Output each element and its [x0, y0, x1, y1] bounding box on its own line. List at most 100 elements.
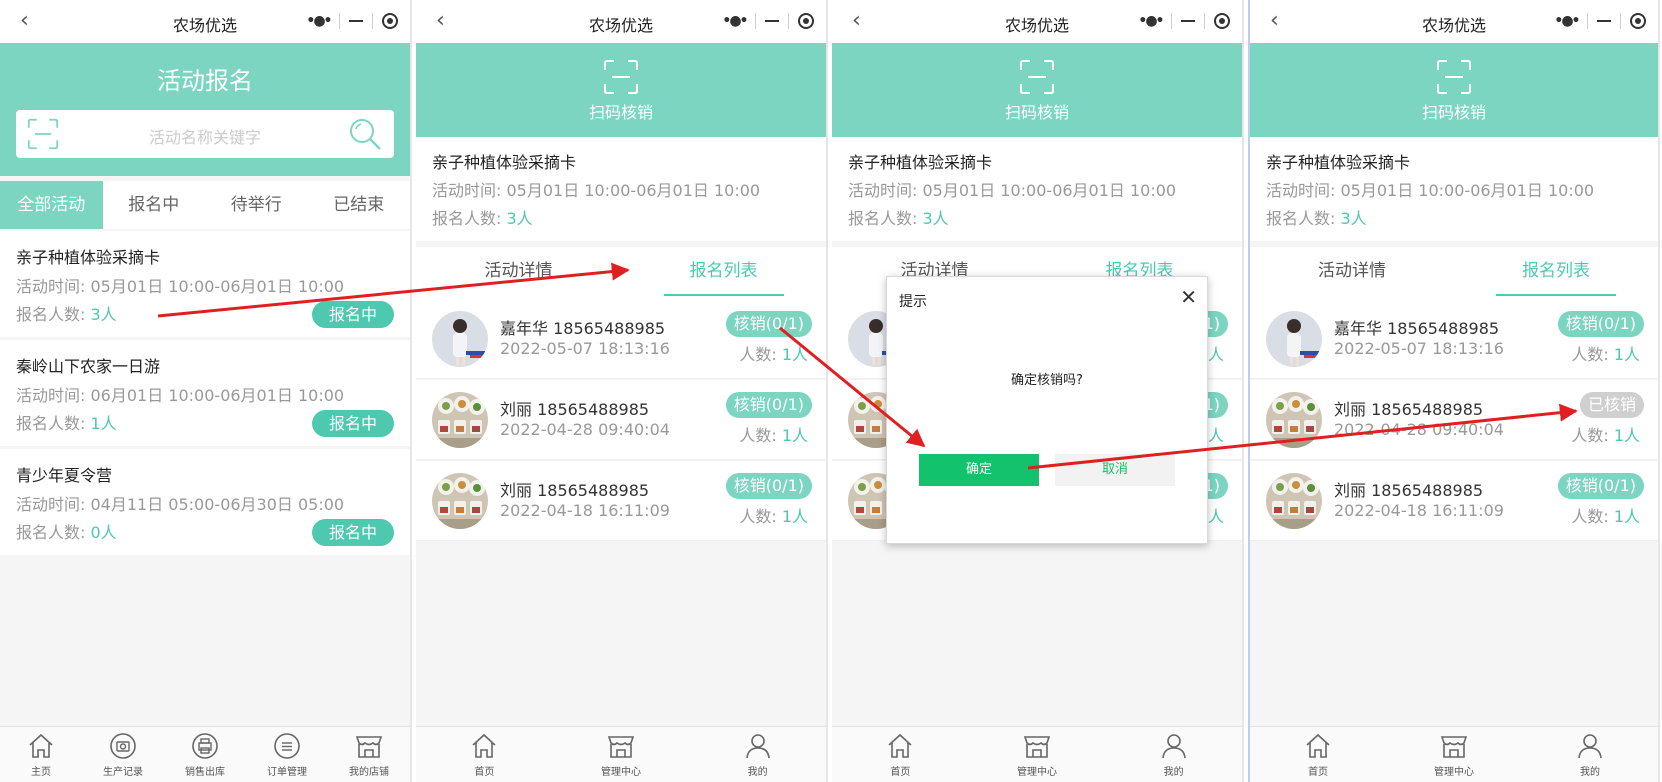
- count-label: 报名人数:: [432, 209, 502, 228]
- activity-count: 报名人数: 0人: [16, 519, 117, 543]
- nav-order-management[interactable]: 订单管理: [246, 727, 328, 782]
- close-mini-program-icon[interactable]: [797, 13, 814, 29]
- people-count: 人数: 1人: [739, 422, 808, 446]
- verify-button[interactable]: 核销(0/1): [725, 473, 812, 499]
- more-icon[interactable]: •●•: [306, 13, 332, 29]
- nav-home[interactable]: 首页: [1250, 727, 1386, 782]
- list-item[interactable]: 亲子种植体验采摘卡 活动时间: 05月01日 10:00-06月01日 10:0…: [0, 231, 410, 337]
- avatar: [432, 473, 488, 529]
- nav-management-center[interactable]: 管理中心: [553, 727, 690, 782]
- capsule-divider: [339, 13, 341, 29]
- close-mini-program-icon[interactable]: [1213, 13, 1230, 29]
- nav-mine[interactable]: 我的: [1522, 727, 1658, 782]
- time-label: 活动时间:: [16, 495, 86, 514]
- activity-header: 活动报名 活动名称关键字: [0, 43, 410, 176]
- nav-label: 管理中心: [1434, 767, 1474, 778]
- scan-verify-header[interactable]: 扫码核销: [416, 43, 826, 137]
- close-mini-program-icon[interactable]: [1629, 13, 1646, 29]
- tab-activity-details[interactable]: 活动详情: [416, 247, 621, 299]
- nav-label: 管理中心: [1017, 767, 1057, 778]
- minimize-icon[interactable]: [1181, 20, 1196, 22]
- count-value: 1人: [781, 426, 808, 445]
- nav-label: 生产记录: [103, 767, 143, 778]
- activity-count: 报名人数: 3人: [432, 205, 533, 229]
- title-bar: ‹ 农场优选 •●•: [832, 0, 1242, 43]
- scan-verify-header[interactable]: 扫码核销: [832, 43, 1242, 137]
- activity-count: 报名人数: 3人: [16, 301, 117, 325]
- verify-button[interactable]: 核销(0/1): [725, 392, 812, 418]
- confirm-button[interactable]: 确定: [919, 454, 1039, 486]
- nav-home[interactable]: 主页: [0, 727, 82, 782]
- activity-name: 秦岭山下农家一日游: [16, 357, 161, 376]
- minimize-icon[interactable]: [349, 20, 364, 22]
- minimize-icon[interactable]: [1597, 20, 1612, 22]
- table-row: 刘丽 18565488985 2022-04-28 09:40:04 已核销 人…: [1250, 380, 1658, 460]
- table-row: 刘丽 18565488985 2022-04-28 09:40:04 核销(0/…: [416, 380, 826, 460]
- search-input[interactable]: 活动名称关键字: [76, 124, 334, 148]
- scan-icon[interactable]: [1019, 59, 1055, 95]
- tab-activity-details[interactable]: 活动详情: [1250, 247, 1454, 299]
- status-badge: 报名中: [312, 410, 394, 437]
- scan-verify-header[interactable]: 扫码核销: [1250, 43, 1658, 137]
- scan-verify-label[interactable]: 扫码核销: [1250, 99, 1658, 123]
- nav-mine[interactable]: 我的: [1105, 727, 1242, 782]
- close-mini-program-icon[interactable]: [381, 13, 398, 29]
- count-value: 3人: [1340, 209, 1367, 228]
- scan-icon[interactable]: [26, 118, 60, 150]
- verify-button[interactable]: 核销(0/1): [725, 311, 812, 337]
- scan-icon[interactable]: [1436, 59, 1472, 95]
- activity-time: 活动时间: 05月01日 10:00-06月01日 10:00: [1266, 177, 1594, 201]
- tab-registration-list[interactable]: 报名列表: [1454, 247, 1658, 299]
- table-row: 嘉年华 18565488985 2022-05-07 18:13:16 核销(0…: [416, 299, 826, 379]
- nav-label: 首页: [890, 767, 911, 778]
- close-icon[interactable]: ✕: [1180, 285, 1197, 309]
- nav-home[interactable]: 首页: [416, 727, 553, 782]
- nav-management-center[interactable]: 管理中心: [1386, 727, 1522, 782]
- activity-filter-tabs: 全部活动 报名中 待举行 已结束: [0, 181, 410, 229]
- time-value: 05月01日 10:00-06月01日 10:00: [506, 181, 761, 200]
- nav-sales-outbound[interactable]: 销售出库: [164, 727, 246, 782]
- nav-home[interactable]: 首页: [832, 727, 969, 782]
- home-icon: [1303, 731, 1333, 761]
- time-label: 活动时间:: [848, 181, 918, 200]
- tab-upcoming[interactable]: 待举行: [205, 181, 308, 229]
- verify-button[interactable]: 核销(0/1): [1557, 311, 1644, 337]
- activity-info-card: 亲子种植体验采摘卡 活动时间: 05月01日 10:00-06月01日 10:0…: [416, 137, 826, 241]
- verify-button[interactable]: 核销(0/1): [1557, 473, 1644, 499]
- list-item[interactable]: 青少年夏令营 活动时间: 04月11日 05:00-06月30日 05:00 报…: [0, 449, 410, 555]
- capsule-divider: [1171, 13, 1173, 29]
- avatar: [1266, 473, 1322, 529]
- tab-ended[interactable]: 已结束: [308, 181, 411, 229]
- more-icon[interactable]: •●•: [722, 13, 748, 29]
- cancel-button[interactable]: 取消: [1055, 454, 1175, 486]
- nav-my-store[interactable]: 我的店铺: [328, 727, 410, 782]
- nav-management-center[interactable]: 管理中心: [969, 727, 1106, 782]
- more-icon[interactable]: •●•: [1554, 13, 1580, 29]
- scan-icon[interactable]: [603, 59, 639, 95]
- tab-registering[interactable]: 报名中: [103, 181, 206, 229]
- nav-production-records[interactable]: 生产记录: [82, 727, 164, 782]
- search-icon[interactable]: [348, 117, 382, 151]
- title-bar: ‹ 农场优选 •●•: [1250, 0, 1658, 43]
- bottom-nav: 主页 生产记录 销售出库 订单管理 我的店铺: [0, 726, 410, 782]
- count-label: 人数:: [1571, 345, 1609, 364]
- tab-all-activities[interactable]: 全部活动: [0, 181, 103, 229]
- people-count: 人数: 1人: [739, 503, 808, 527]
- activity-info-card: 亲子种植体验采摘卡 活动时间: 05月01日 10:00-06月01日 10:0…: [1250, 137, 1658, 241]
- table-row: 嘉年华 18565488985 2022-05-07 18:13:16 核销(0…: [1250, 299, 1658, 379]
- nav-mine[interactable]: 我的: [689, 727, 826, 782]
- verified-badge: 已核销: [1579, 392, 1644, 418]
- list-item[interactable]: 秦岭山下农家一日游 活动时间: 06月01日 10:00-06月01日 10:0…: [0, 340, 410, 446]
- nav-label: 销售出库: [185, 767, 225, 778]
- count-label: 报名人数:: [848, 209, 918, 228]
- more-icon[interactable]: •●•: [1138, 13, 1164, 29]
- scan-verify-label[interactable]: 扫码核销: [416, 99, 826, 123]
- nav-label: 我的: [1163, 767, 1184, 778]
- count-label: 报名人数:: [16, 523, 86, 542]
- detail-tabs: 活动详情 报名列表: [1250, 247, 1658, 299]
- search-bar[interactable]: 活动名称关键字: [16, 110, 394, 158]
- tab-registration-list[interactable]: 报名列表: [621, 247, 826, 299]
- scan-verify-label[interactable]: 扫码核销: [832, 99, 1242, 123]
- count-value: 1人: [1613, 426, 1640, 445]
- minimize-icon[interactable]: [765, 20, 780, 22]
